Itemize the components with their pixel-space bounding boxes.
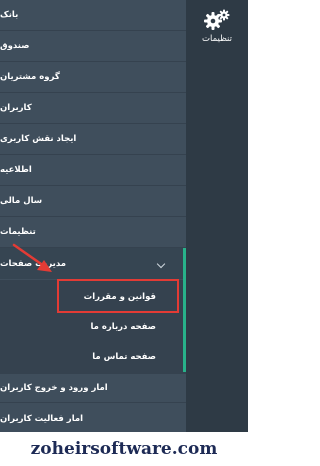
annotation-arrow-icon xyxy=(12,243,52,272)
submenu-item-label: صفحه درباره ما xyxy=(90,322,156,332)
sidebar-item-label: امار ورود و خروج کاربران xyxy=(0,382,108,393)
sidebar-item-activity-stats[interactable]: امار فعالیت کاربران xyxy=(0,403,186,432)
submenu-item-about[interactable]: صفحه درباره ما xyxy=(0,310,186,344)
rail-label: تنظیمات xyxy=(202,34,232,44)
sidebar-menu: بانک صندوق گروه مشتریان کاربران ایجاد نق… xyxy=(0,0,186,432)
sidebar-item-login-stats[interactable]: امار ورود و خروج کاربران xyxy=(0,372,186,403)
submenu-item-label: صفحه تماس ما xyxy=(92,352,156,362)
gears-icon xyxy=(204,9,230,30)
submenu-item-contact[interactable]: صفحه تماس ما xyxy=(0,340,186,374)
watermark: zoheirsoftware.com xyxy=(30,439,218,459)
app-shell: بانک صندوق گروه مشتریان کاربران ایجاد نق… xyxy=(0,0,248,432)
settings-rail[interactable]: تنظیمات xyxy=(186,0,248,432)
sidebar-item-label: امار فعالیت کاربران xyxy=(0,413,84,424)
